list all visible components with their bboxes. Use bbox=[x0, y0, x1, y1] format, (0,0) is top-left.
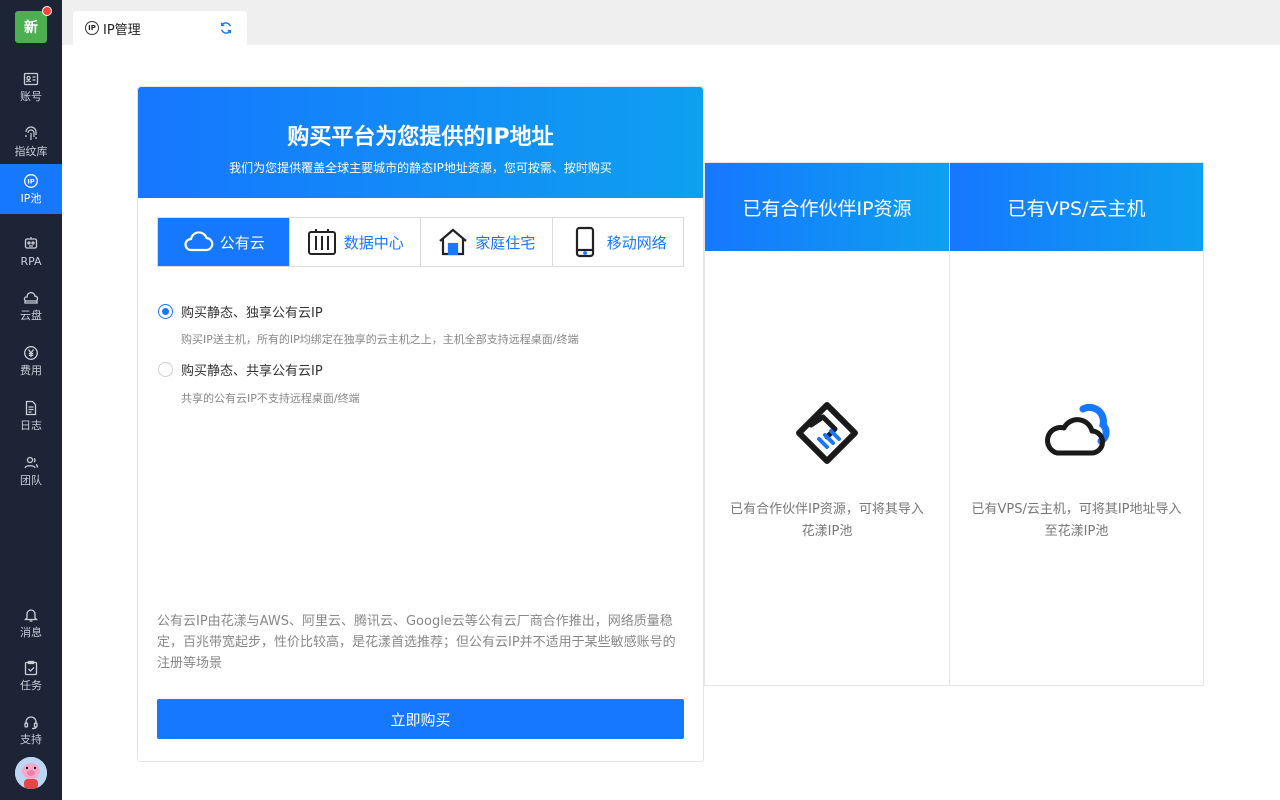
card-subtitle: 我们为您提供覆盖全球主要城市的静态IP地址资源，您可按需、按时购买 bbox=[229, 161, 612, 175]
sidebar-item-ip-pool[interactable]: IP IP池 bbox=[0, 164, 62, 214]
fingerprint-icon bbox=[25, 126, 37, 140]
option-shared-ip[interactable]: 购买静态、共享公有云IP bbox=[158, 360, 323, 379]
tab-ip-management[interactable]: IP IP管理 bbox=[73, 11, 247, 45]
sidebar-item-label: RPA bbox=[20, 255, 42, 268]
sidebar-item-label: 日志 bbox=[20, 419, 42, 432]
type-label: 数据中心 bbox=[343, 233, 404, 252]
team-icon bbox=[24, 456, 39, 469]
house-icon bbox=[439, 228, 467, 256]
sidebar-item-tasks[interactable]: 任务 bbox=[0, 651, 62, 701]
sidebar-item-fingerprint[interactable]: 指纹库 bbox=[0, 117, 62, 167]
card-header: 购买平台为您提供的IP地址 我们为您提供覆盖全球主要城市的静态IP地址资源，您可… bbox=[138, 87, 703, 198]
sidebar-item-rpa[interactable]: RPA bbox=[0, 227, 62, 277]
sidebar-item-messages[interactable]: 消息 bbox=[0, 598, 62, 648]
sidebar-item-billing[interactable]: 费用 bbox=[0, 336, 62, 386]
handshake-icon bbox=[796, 402, 858, 464]
robot-icon bbox=[24, 237, 38, 249]
type-residential[interactable]: 家庭住宅 bbox=[421, 218, 553, 266]
cloud-icon bbox=[184, 231, 214, 252]
sidebar-item-label: 消息 bbox=[20, 626, 42, 639]
sidebar-item-label: IP池 bbox=[20, 192, 42, 205]
sidebar-item-support[interactable]: 支持 bbox=[0, 705, 62, 755]
radio-button[interactable] bbox=[158, 362, 173, 377]
vps-host-card[interactable]: 已有VPS/云主机 已有VPS/云主机，可将其IP地址导入至花漾IP池 bbox=[949, 162, 1204, 686]
cloud-drive-icon bbox=[23, 291, 39, 304]
type-public-cloud[interactable]: 公有云 bbox=[158, 218, 290, 266]
buy-now-button[interactable]: 立即购买 bbox=[157, 699, 684, 739]
sidebar-item-label: 费用 bbox=[20, 364, 42, 377]
option-dedicated-ip[interactable]: 购买静态、独享公有云IP bbox=[158, 302, 323, 321]
radio-button[interactable] bbox=[158, 304, 173, 319]
headset-icon bbox=[24, 716, 38, 730]
type-label: 公有云 bbox=[219, 233, 265, 252]
option-label: 购买静态、独享公有云IP bbox=[181, 306, 323, 321]
card-header: 已有VPS/云主机 bbox=[950, 163, 1203, 251]
card-description: 已有VPS/云主机，可将其IP地址导入至花漾IP池 bbox=[971, 502, 1182, 539]
app-logo[interactable]: 新 bbox=[15, 6, 52, 43]
user-avatar[interactable] bbox=[15, 757, 47, 789]
yen-icon bbox=[24, 346, 38, 360]
logo-text: 新 bbox=[24, 20, 38, 36]
tab-label: IP管理 bbox=[103, 22, 141, 38]
server-rack-icon bbox=[307, 229, 336, 255]
sidebar-item-label: 账号 bbox=[20, 90, 42, 103]
sidebar-item-label: 云盘 bbox=[20, 309, 42, 322]
sidebar-item-team[interactable]: 团队 bbox=[0, 446, 62, 496]
partner-ip-card[interactable]: 已有合作伙伴IP资源 已有合作伙伴IP资源，可将其导入花漾IP池 bbox=[704, 162, 950, 686]
sidebar-item-label: 任务 bbox=[20, 679, 42, 692]
svg-text:IP: IP bbox=[27, 178, 34, 186]
sidebar-item-label: 指纹库 bbox=[14, 145, 48, 158]
option-label: 购买静态、共享公有云IP bbox=[181, 364, 323, 379]
sidebar: 新 账号 指纹库 IP IP池 RPA 云盘 费用 日志 团队 消息 任务 支持 bbox=[0, 0, 62, 800]
sidebar-item-label: 支持 bbox=[20, 733, 42, 746]
sidebar-item-label: 团队 bbox=[20, 474, 42, 487]
buy-platform-ip-card: 购买平台为您提供的IP地址 我们为您提供覆盖全球主要城市的静态IP地址资源，您可… bbox=[137, 86, 704, 762]
public-cloud-description: 公有云IP由花漾与AWS、阿里云、腾讯云、Google云等公有云厂商合作推出，网… bbox=[157, 614, 676, 671]
ip-icon: IP bbox=[24, 174, 38, 188]
ip-type-selector: 公有云 数据中心 家庭住宅 移动网络 bbox=[157, 217, 684, 267]
refresh-icon[interactable] bbox=[219, 21, 233, 35]
tab-bar: IP IP管理 bbox=[62, 0, 1280, 45]
card-header: 已有合作伙伴IP资源 bbox=[705, 163, 949, 251]
mobile-phone-icon bbox=[575, 226, 594, 258]
type-mobile[interactable]: 移动网络 bbox=[553, 218, 684, 266]
cloud-icon bbox=[1044, 403, 1110, 456]
card-title: 购买平台为您提供的IP地址 bbox=[287, 125, 554, 150]
task-clipboard-icon bbox=[24, 660, 38, 676]
sidebar-item-account[interactable]: 账号 bbox=[0, 62, 62, 112]
log-document-icon bbox=[25, 400, 37, 416]
type-label: 家庭住宅 bbox=[475, 233, 536, 252]
type-data-center[interactable]: 数据中心 bbox=[290, 218, 421, 266]
notification-dot bbox=[42, 6, 52, 16]
sidebar-item-cloud-drive[interactable]: 云盘 bbox=[0, 281, 62, 331]
option-description: 共享的公有云IP不支持远程桌面/终端 bbox=[181, 392, 360, 405]
sidebar-item-logs[interactable]: 日志 bbox=[0, 391, 62, 441]
type-label: 移动网络 bbox=[606, 233, 667, 252]
option-description: 购买IP送主机，所有的IP均绑定在独享的云主机之上，主机全部支持远程桌面/终端 bbox=[181, 333, 579, 346]
account-card-icon bbox=[23, 72, 39, 86]
bell-icon bbox=[23, 609, 39, 622]
card-description: 已有合作伙伴IP资源，可将其导入花漾IP池 bbox=[730, 502, 924, 539]
ip-icon: IP bbox=[85, 21, 99, 35]
